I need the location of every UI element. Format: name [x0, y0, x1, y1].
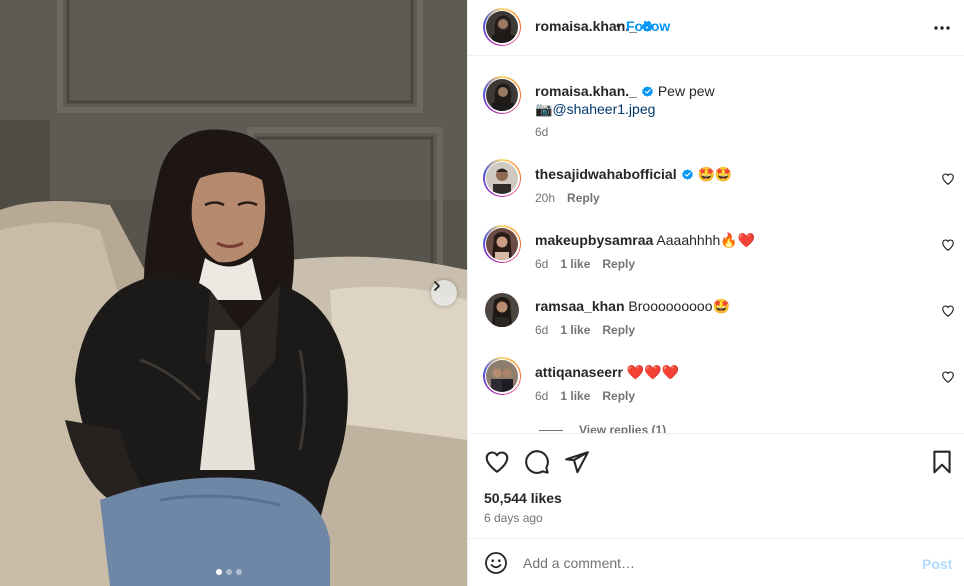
view-replies-label[interactable]: View replies (1): [579, 423, 666, 433]
comment-timestamp[interactable]: 20h: [535, 191, 555, 205]
comment-item: makeupbysamraa Aaaahhhh🔥❤️ 6d 1 like Rep…: [468, 225, 964, 285]
comments-list[interactable]: romaisa.khan._ Pew pew 📷@shaheer1.jpeg 6…: [468, 57, 964, 433]
post-dialog: romaisa.khan._ • Follow romaisa.khan._ P…: [0, 0, 964, 586]
post-photo-illustration: [0, 0, 467, 586]
caption-username[interactable]: romaisa.khan._: [535, 83, 637, 99]
comment-like-count[interactable]: 1 like: [560, 257, 590, 271]
comment-like-heart-icon[interactable]: [941, 172, 955, 186]
verified-badge-icon: [681, 169, 693, 180]
like-heart-icon[interactable]: [484, 449, 510, 475]
reply-button[interactable]: Reply: [602, 323, 635, 337]
caption-body: Pew pew: [657, 83, 715, 99]
more-options-button[interactable]: [930, 18, 954, 38]
commenter-avatar[interactable]: [483, 357, 521, 395]
commenter-avatar[interactable]: [483, 225, 521, 263]
carousel-dot: [236, 569, 242, 575]
comment-timestamp[interactable]: 6d: [535, 389, 548, 403]
avatar-border: [484, 160, 520, 196]
post-side-panel: romaisa.khan._ • Follow romaisa.khan._ P…: [467, 0, 964, 586]
reply-button[interactable]: Reply: [602, 257, 635, 271]
commenter-avatar[interactable]: [483, 159, 521, 197]
comment-composer: Post: [468, 538, 964, 586]
carousel-dot: [226, 569, 232, 575]
comment-like-heart-icon[interactable]: [941, 370, 955, 384]
bookmark-save-icon[interactable]: [929, 449, 955, 475]
comment-item: thesajidwahabofficial 🤩🤩 20h Reply: [468, 159, 964, 219]
comment-text: makeupbysamraa Aaaahhhh🔥❤️: [535, 232, 755, 249]
verified-badge-icon: [642, 86, 653, 97]
avatar-image: [485, 293, 519, 327]
comment-username[interactable]: ramsaa_khan: [535, 298, 625, 314]
comment-body: 🤩🤩: [697, 166, 733, 182]
comment-item: attiqanaseerr ❤️❤️❤️ 6d 1 like Reply: [468, 357, 964, 417]
avatar-image: [486, 360, 518, 392]
comment-username[interactable]: attiqanaseerr: [535, 364, 623, 380]
avatar-border: [484, 358, 520, 394]
camera-icon: 📷: [535, 101, 553, 117]
carousel-dot: [216, 569, 222, 575]
avatar-image: [486, 11, 518, 43]
comment-text: ramsaa_khan Brooooooooo🤩: [535, 298, 730, 315]
avatar-border: [484, 226, 520, 262]
comment-body: Brooooooooo🤩: [628, 298, 730, 314]
avatar-border: [484, 9, 520, 45]
post-actions: 50,544 likes 6 days ago: [468, 433, 964, 537]
emoji-icon[interactable]: [484, 551, 508, 575]
view-replies-divider: [539, 429, 563, 431]
comment-like-count[interactable]: 1 like: [560, 389, 590, 403]
post-timestamp[interactable]: 6 days ago: [484, 511, 543, 525]
header-separator: •: [616, 17, 621, 33]
carousel-indicator: [216, 569, 242, 575]
reply-button[interactable]: Reply: [567, 191, 600, 205]
comment-username[interactable]: makeupbysamraa: [535, 232, 653, 248]
author-avatar[interactable]: [483, 8, 521, 46]
caption-text: romaisa.khan._ Pew pew: [535, 83, 715, 99]
comment-meta: 20h Reply: [535, 191, 600, 205]
next-image-button[interactable]: [431, 280, 457, 306]
comment-like-heart-icon[interactable]: [941, 304, 955, 318]
avatar-image: [486, 162, 518, 194]
comment-like-heart-icon[interactable]: [941, 238, 955, 252]
avatar-image: [486, 79, 518, 111]
chevron-right-icon: [434, 281, 440, 291]
author-username-text[interactable]: romaisa.khan._: [535, 18, 637, 34]
comment-username[interactable]: thesajidwahabofficial: [535, 166, 677, 182]
comment-body: ❤️❤️❤️: [626, 364, 680, 380]
comment-text: attiqanaseerr ❤️❤️❤️: [535, 364, 679, 381]
comment-timestamp[interactable]: 6d: [535, 323, 548, 337]
share-send-icon[interactable]: [564, 449, 590, 475]
caption-mention-line: 📷@shaheer1.jpeg: [535, 101, 655, 118]
comment-meta: 6d 1 like Reply: [535, 323, 635, 337]
post-image[interactable]: [0, 0, 467, 586]
comment-body: Aaaahhhh🔥❤️: [656, 232, 756, 248]
caption-timestamp[interactable]: 6d: [535, 125, 548, 139]
post-comment-button[interactable]: Post: [922, 556, 952, 572]
comment-bubble-icon[interactable]: [524, 449, 550, 475]
view-replies-button[interactable]: View replies (1): [539, 423, 666, 433]
comment-like-count[interactable]: 1 like: [560, 323, 590, 337]
comment-meta: 6d 1 like Reply: [535, 389, 635, 403]
commenter-avatar[interactable]: [485, 293, 519, 327]
comment-meta: 6d 1 like Reply: [535, 257, 635, 271]
comment-input[interactable]: [523, 552, 903, 574]
caption-author-avatar[interactable]: [483, 76, 521, 114]
more-horizontal-icon: [934, 26, 950, 30]
avatar-border: [484, 77, 520, 113]
post-header: romaisa.khan._ • Follow: [468, 0, 964, 56]
comment-text: thesajidwahabofficial 🤩🤩: [535, 166, 732, 183]
like-count[interactable]: 50,544 likes: [484, 490, 562, 506]
follow-button[interactable]: Follow: [626, 18, 670, 34]
comment-item: ramsaa_khan Brooooooooo🤩 6d 1 like Reply: [468, 291, 964, 351]
avatar-image: [486, 228, 518, 260]
caption-mention-link[interactable]: @shaheer1.jpeg: [552, 101, 655, 117]
reply-button[interactable]: Reply: [602, 389, 635, 403]
comment-timestamp[interactable]: 6d: [535, 257, 548, 271]
